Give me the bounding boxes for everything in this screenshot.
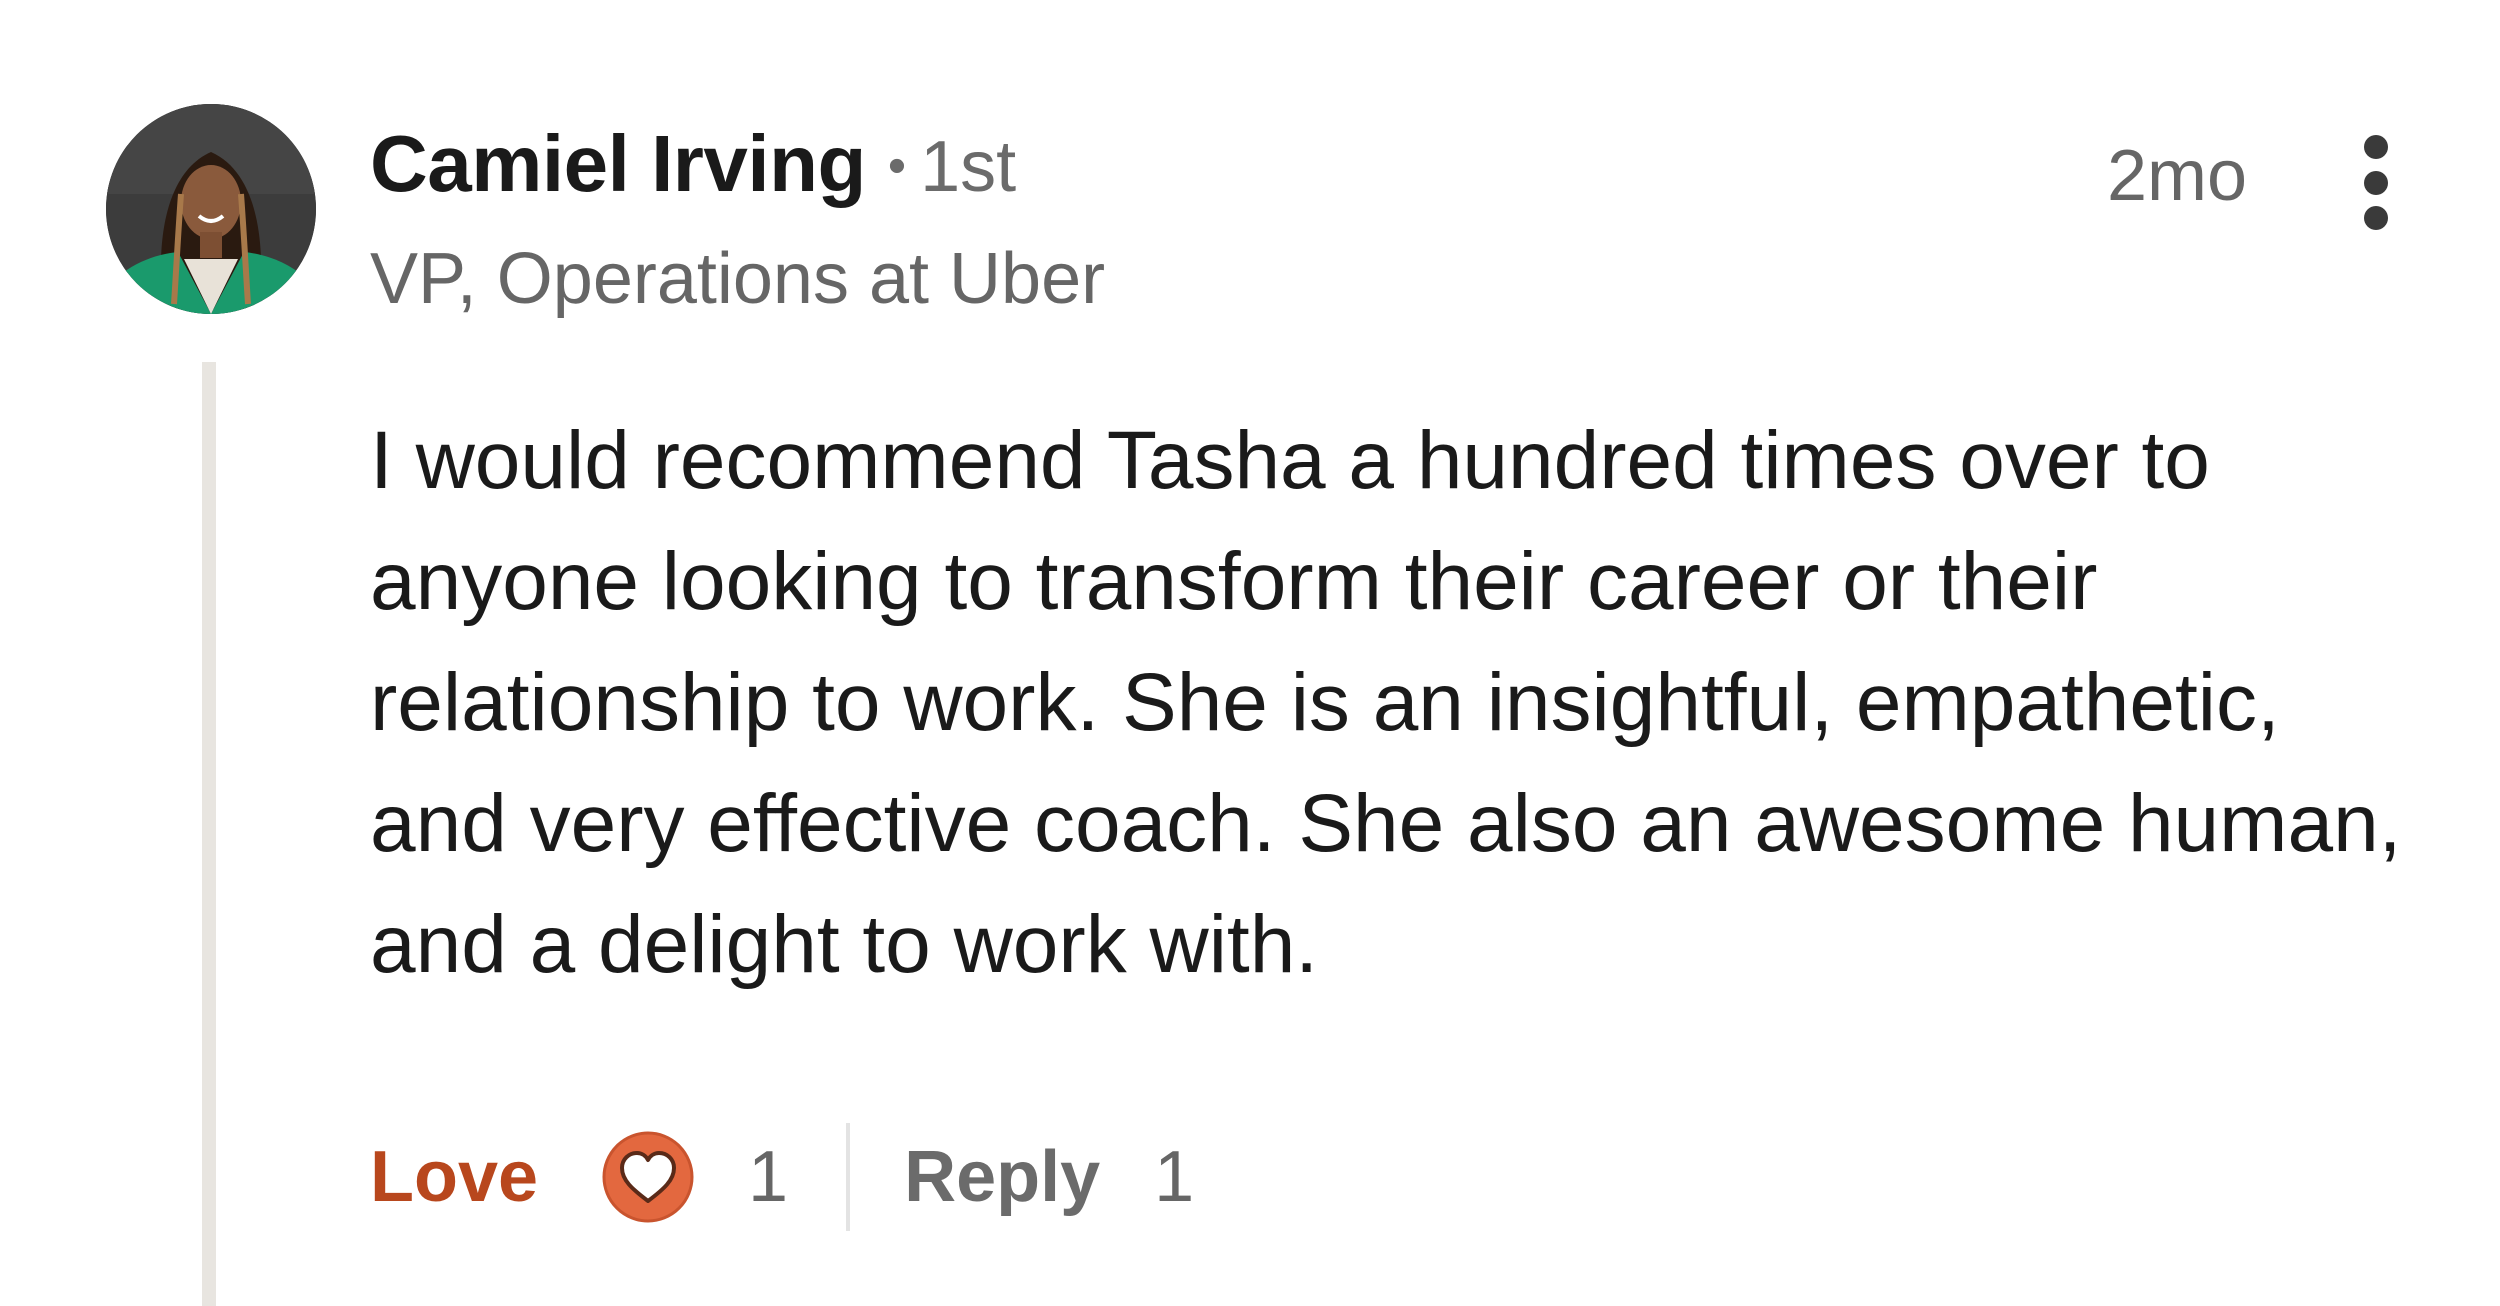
thread-line (202, 362, 216, 1306)
reply-count[interactable]: 1 (1154, 1136, 1194, 1218)
comment-timestamp: 2mo (2106, 136, 2247, 216)
comment-actions: Love 1 Reply 1 (370, 1122, 1194, 1232)
reaction-count[interactable]: 1 (748, 1136, 788, 1218)
comment-card: Camiel Irving • 1st VP, Operations at Ub… (0, 0, 2500, 1306)
author-avatar[interactable] (106, 104, 316, 314)
heart-reaction-icon[interactable] (602, 1131, 694, 1223)
action-divider (846, 1123, 851, 1231)
comment-text: I would recommend Tasha a hundred times … (370, 415, 2402, 990)
more-dot (2364, 135, 2388, 159)
connection-degree: 1st (920, 127, 1017, 207)
more-dot (2364, 170, 2388, 195)
more-options-icon[interactable] (2356, 135, 2396, 230)
author-name[interactable]: Camiel Irving (370, 118, 866, 210)
author-line: Camiel Irving • 1st (370, 118, 1016, 218)
love-reaction-button[interactable]: Love (370, 1136, 538, 1218)
reply-button[interactable]: Reply (904, 1136, 1100, 1218)
separator-dot: • (887, 137, 907, 195)
more-dot (2364, 206, 2388, 230)
author-headline: VP, Operations at Uber (370, 239, 1106, 319)
avatar-photo (106, 104, 316, 314)
